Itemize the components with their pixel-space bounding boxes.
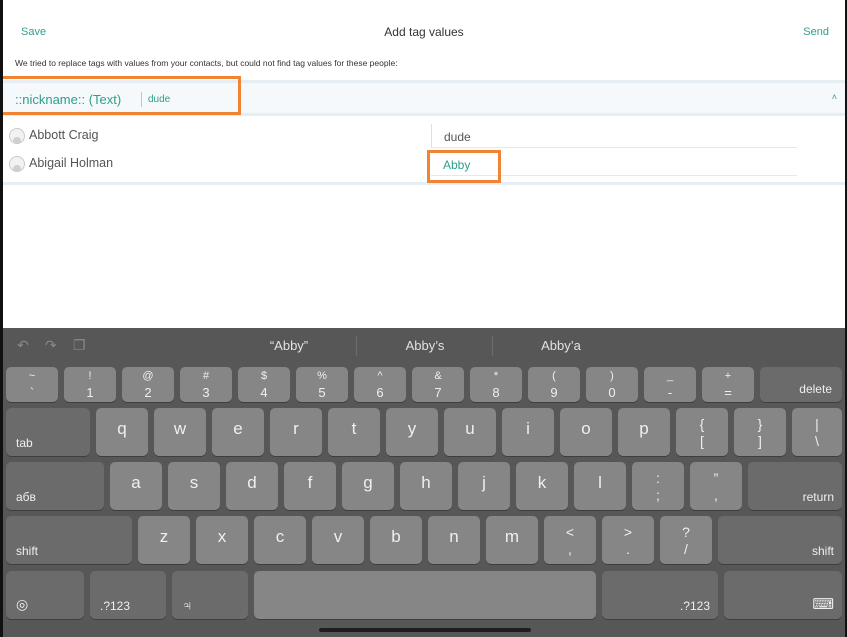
redo-icon[interactable]: ↷ bbox=[45, 337, 57, 354]
key-b[interactable]: b bbox=[370, 516, 422, 564]
nav-bar: Save Add tag values Send bbox=[3, 0, 845, 60]
key-brace-open[interactable]: {[ bbox=[676, 408, 728, 456]
tag-value-field[interactable]: dude bbox=[431, 124, 797, 148]
key-n[interactable]: n bbox=[428, 516, 480, 564]
key-p[interactable]: p bbox=[618, 408, 670, 456]
key-m[interactable]: m bbox=[486, 516, 538, 564]
key-z[interactable]: z bbox=[138, 516, 190, 564]
key-8[interactable]: * 8 bbox=[470, 367, 522, 402]
key-r[interactable]: r bbox=[270, 408, 322, 456]
key-i[interactable]: i bbox=[502, 408, 554, 456]
key-0[interactable]: ) 0 bbox=[586, 367, 638, 402]
page-title: Add tag values bbox=[384, 25, 464, 39]
globe-icon: ◎ bbox=[16, 596, 29, 612]
return-key[interactable]: return bbox=[748, 462, 842, 510]
tab-key[interactable]: tab bbox=[6, 408, 90, 456]
language-key[interactable]: абв bbox=[6, 462, 104, 510]
delete-key[interactable]: delete bbox=[760, 367, 842, 402]
screen: Save Add tag values Send We tried to rep… bbox=[3, 0, 845, 637]
avatar-icon bbox=[9, 156, 25, 172]
microphone-icon: ♃ bbox=[182, 597, 193, 613]
suggestion-2[interactable]: Abby’s bbox=[357, 338, 493, 353]
space-bar[interactable] bbox=[254, 571, 596, 619]
key-w[interactable]: w bbox=[154, 408, 206, 456]
highlight-box bbox=[427, 150, 501, 183]
key-3[interactable]: #3 bbox=[180, 367, 232, 402]
person-name: Abigail Holman bbox=[29, 156, 114, 170]
person-name: Abbott Craig bbox=[29, 128, 99, 142]
key-colon[interactable]: :; bbox=[632, 462, 684, 510]
dictation-key[interactable]: ♃ bbox=[172, 571, 248, 619]
list-item: Abbott Craig dude bbox=[3, 122, 845, 150]
key-6[interactable]: ^ 6 bbox=[354, 367, 406, 402]
key-tilde[interactable]: ~ ` bbox=[6, 367, 58, 402]
hide-keyboard-key[interactable]: ⌨ bbox=[724, 571, 842, 619]
key-quote[interactable]: ”, bbox=[690, 462, 742, 510]
key-question[interactable]: ? / bbox=[660, 516, 712, 564]
globe-key[interactable]: ◎ bbox=[6, 571, 84, 619]
keyboard-hide-icon: ⌨ bbox=[812, 596, 834, 613]
key-7[interactable]: & 7 bbox=[412, 367, 464, 402]
on-screen-keyboard: ↶ ↷ ❐ “Abby” Abby’s Abby’a ~ ` ! 1 @2 #3 $… bbox=[3, 328, 845, 637]
section-divider bbox=[3, 182, 845, 185]
key-2[interactable]: @2 bbox=[122, 367, 174, 402]
key-9[interactable]: (9 bbox=[528, 367, 580, 402]
key-5[interactable]: % 5 bbox=[296, 367, 348, 402]
key-equals[interactable]: + = bbox=[702, 367, 754, 402]
paste-icon[interactable]: ❐ bbox=[73, 337, 86, 354]
key-c[interactable]: c bbox=[254, 516, 306, 564]
key-v[interactable]: v bbox=[312, 516, 364, 564]
avatar-icon bbox=[9, 128, 25, 144]
key-t[interactable]: t bbox=[328, 408, 380, 456]
key-f[interactable]: f bbox=[284, 462, 336, 510]
key-backslash[interactable]: | \ bbox=[792, 408, 842, 456]
undo-icon[interactable]: ↶ bbox=[17, 337, 29, 354]
send-button[interactable]: Send bbox=[803, 26, 829, 38]
shift-key-right[interactable]: shift bbox=[718, 516, 842, 564]
key-x[interactable]: x bbox=[196, 516, 248, 564]
key-o[interactable]: o bbox=[560, 408, 612, 456]
keyboard-toolbar: ↶ ↷ ❐ “Abby” Abby’s Abby’a bbox=[3, 328, 845, 364]
key-y[interactable]: y bbox=[386, 408, 438, 456]
chevron-up-icon[interactable]: ˄ bbox=[832, 92, 837, 102]
shift-key-left[interactable]: shift bbox=[6, 516, 132, 564]
suggestion-1[interactable]: “Abby” bbox=[221, 338, 357, 353]
key-l[interactable]: l bbox=[574, 462, 626, 510]
numbers-key-left[interactable]: .?123 bbox=[90, 571, 166, 619]
key-less-than[interactable]: <, bbox=[544, 516, 596, 564]
key-g[interactable]: g bbox=[342, 462, 394, 510]
key-a[interactable]: a bbox=[110, 462, 162, 510]
key-brace-close[interactable]: }] bbox=[734, 408, 786, 456]
key-u[interactable]: u bbox=[444, 408, 496, 456]
numbers-key-right[interactable]: .?123 bbox=[602, 571, 718, 619]
key-1[interactable]: ! 1 bbox=[64, 367, 116, 402]
key-greater-than[interactable]: >. bbox=[602, 516, 654, 564]
suggestion-3[interactable]: Abby’a bbox=[493, 338, 629, 353]
key-minus[interactable]: _ - bbox=[644, 367, 696, 402]
key-d[interactable]: d bbox=[226, 462, 278, 510]
key-k[interactable]: k bbox=[516, 462, 568, 510]
home-indicator bbox=[319, 628, 531, 632]
highlight-box bbox=[3, 76, 241, 115]
list-item: Abigail Holman Abby bbox=[3, 150, 845, 178]
notice-text: We tried to replace tags with values fro… bbox=[15, 58, 398, 68]
key-s[interactable]: s bbox=[168, 462, 220, 510]
key-e[interactable]: e bbox=[212, 408, 264, 456]
key-4[interactable]: $4 bbox=[238, 367, 290, 402]
key-q[interactable]: q bbox=[96, 408, 148, 456]
key-h[interactable]: h bbox=[400, 462, 452, 510]
key-j[interactable]: j bbox=[458, 462, 510, 510]
